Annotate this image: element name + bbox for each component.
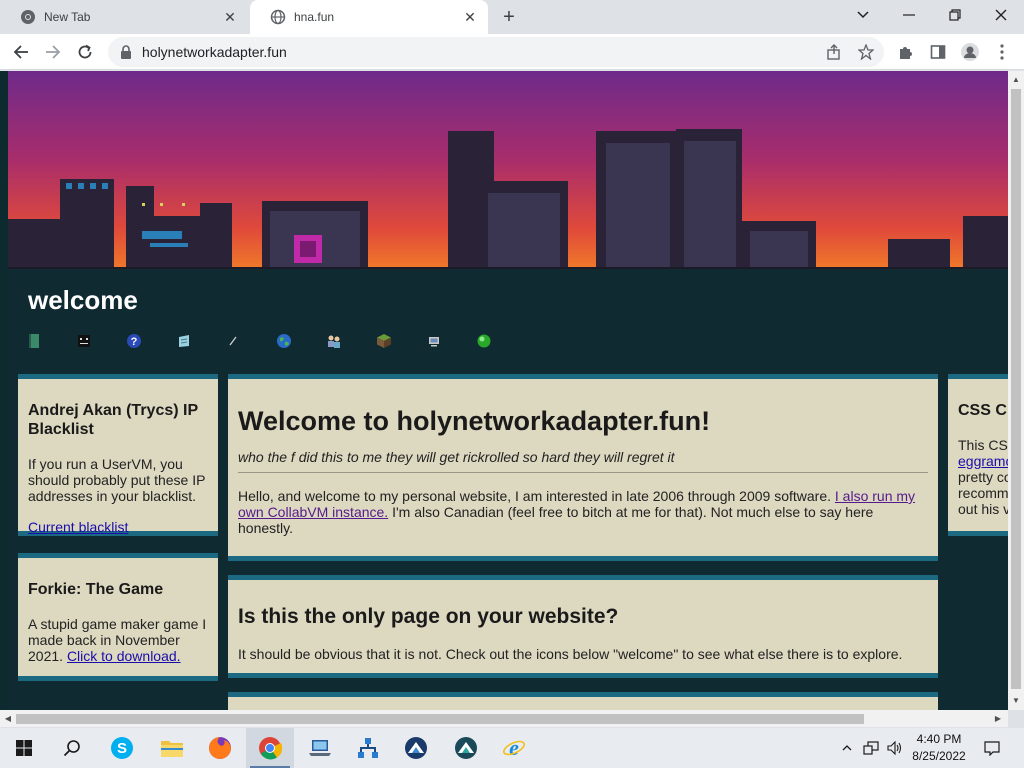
pages-heading: Is this the only page on your website? (238, 605, 619, 628)
firefox-icon[interactable] (196, 728, 244, 768)
back-arrow-icon[interactable] (8, 39, 34, 65)
scroll-up-icon[interactable]: ▲ (1009, 73, 1023, 87)
notepad-icon[interactable] (176, 333, 192, 349)
computer-icon[interactable] (426, 333, 442, 349)
reload-icon[interactable] (72, 39, 98, 65)
vertical-scrollbar[interactable]: ▲ ▼ (1008, 71, 1024, 710)
network-status-icon[interactable] (860, 728, 882, 768)
svg-text:e: e (509, 736, 519, 760)
tab-title: hna.fun (294, 10, 335, 24)
welcome-box: Welcome to holynetworkadapter.fun! who t… (228, 374, 938, 561)
svg-text:?: ? (131, 336, 138, 348)
eggramo-link[interactable]: eggramo (958, 453, 1008, 469)
tab-hna-fun[interactable]: hna.fun ✕ (250, 0, 488, 34)
address-bar[interactable]: holynetworkadapter.fun (108, 37, 884, 67)
users-icon[interactable] (326, 333, 342, 349)
pages-text: It should be obvious that it is not. Che… (238, 646, 903, 662)
app-circle-icon[interactable] (392, 728, 440, 768)
book-icon[interactable] (26, 333, 42, 349)
scroll-left-icon[interactable]: ◀ (1, 712, 15, 726)
pen-icon[interactable] (226, 333, 242, 349)
pages-info-box: Is this the only page on your website? I… (228, 575, 938, 678)
next-content-box (228, 692, 938, 710)
blacklist-heading: Andrej Akan (Trycs) IP Blacklist (28, 402, 198, 438)
tab-search-chevron-icon[interactable] (840, 0, 886, 30)
svg-text:S: S (117, 740, 127, 757)
tab-new-tab[interactable]: New Tab ✕ (0, 0, 248, 34)
notifications-icon[interactable] (980, 728, 1004, 768)
app-circle-2-icon[interactable] (442, 728, 490, 768)
scroll-right-icon[interactable]: ▶ (991, 712, 1005, 726)
globe-favicon-icon (270, 9, 286, 25)
lock-icon (121, 45, 131, 59)
new-tab-button[interactable]: + (498, 6, 520, 28)
skype-icon[interactable]: S (98, 728, 146, 768)
cube-icon[interactable] (376, 333, 392, 349)
welcome-heading: Welcome to holynetworkadapter.fun! (238, 406, 711, 436)
css-line-1: This CS (958, 437, 1008, 453)
search-icon[interactable] (48, 728, 96, 768)
minimize-icon[interactable] (886, 0, 932, 30)
volume-icon[interactable] (884, 728, 906, 768)
clock-time: 4:40 PM (916, 732, 962, 746)
url-text: holynetworkadapter.fun (142, 44, 287, 60)
forkie-game-box: Forkie: The Game A stupid game maker gam… (18, 553, 218, 681)
site-title: welcome (28, 285, 138, 315)
css-line-3: recomm (958, 485, 1008, 501)
welcome-body-start: Hello, and welcome to my personal websit… (238, 488, 831, 504)
blacklist-text: If you run a UserVM, you should probably… (28, 456, 206, 504)
profile-avatar-icon[interactable] (957, 39, 983, 65)
css-credits-heading: CSS C (958, 402, 1007, 419)
website: welcome ? Andrej Akan (Trycs) IP Blackli… (8, 71, 1008, 710)
internet-explorer-icon[interactable]: e (490, 728, 538, 768)
css-line-2: pretty co (958, 469, 1008, 485)
current-blacklist-link[interactable]: Current blacklist (28, 519, 128, 535)
laptop-app-icon[interactable] (296, 728, 344, 768)
tab-strip: New Tab ✕ hna.fun ✕ + (0, 0, 1024, 34)
forward-arrow-icon[interactable] (40, 39, 66, 65)
tray-overflow-chevron-icon[interactable] (838, 728, 856, 768)
window-close-icon[interactable] (978, 0, 1024, 30)
browser-toolbar: holynetworkadapter.fun (0, 34, 1024, 70)
globe-icon[interactable] (276, 333, 292, 349)
close-icon[interactable]: ✕ (222, 9, 238, 25)
smiley-icon[interactable] (76, 333, 92, 349)
extensions-puzzle-icon[interactable] (893, 39, 919, 65)
share-icon[interactable] (824, 42, 844, 62)
windows-taskbar: S e 4:40 PM 8/25/2022 (0, 728, 1024, 768)
page-viewport: welcome ? Andrej Akan (Trycs) IP Blackli… (0, 71, 1008, 710)
side-panel-icon[interactable] (925, 39, 951, 65)
vertical-scroll-thumb[interactable] (1011, 89, 1021, 689)
forkie-heading: Forkie: The Game (28, 581, 164, 598)
clock-date: 8/25/2022 (912, 749, 966, 763)
green-orb-icon[interactable] (476, 333, 492, 349)
file-explorer-icon[interactable] (148, 728, 196, 768)
ip-blacklist-box: Andrej Akan (Trycs) IP Blacklist If you … (18, 374, 218, 536)
tab-title: New Tab (44, 10, 91, 24)
system-clock[interactable]: 4:40 PM 8/25/2022 (904, 731, 974, 765)
welcome-tagline: who the f did this to me they will get r… (238, 449, 675, 465)
city-skyline-banner (8, 71, 1008, 269)
horizontal-scroll-thumb[interactable] (16, 714, 864, 724)
start-icon[interactable] (0, 728, 48, 768)
forkie-download-link[interactable]: Click to download. (67, 648, 181, 664)
restore-icon[interactable] (932, 0, 978, 30)
close-icon[interactable]: ✕ (462, 9, 478, 25)
css-line-4: out his v (958, 501, 1008, 517)
help-icon[interactable]: ? (126, 333, 142, 349)
bookmark-star-icon[interactable] (856, 42, 876, 62)
css-credits-box: CSS C This CS eggramo pretty co recomm o… (948, 374, 1008, 536)
scroll-down-icon[interactable]: ▼ (1009, 694, 1023, 708)
horizontal-scrollbar[interactable]: ◀ ▶ (0, 710, 1008, 727)
chrome-icon[interactable] (246, 728, 294, 768)
more-menu-icon[interactable] (989, 39, 1015, 65)
network-app-icon[interactable] (344, 728, 392, 768)
divider (238, 472, 928, 473)
chrome-favicon-icon (21, 10, 35, 24)
